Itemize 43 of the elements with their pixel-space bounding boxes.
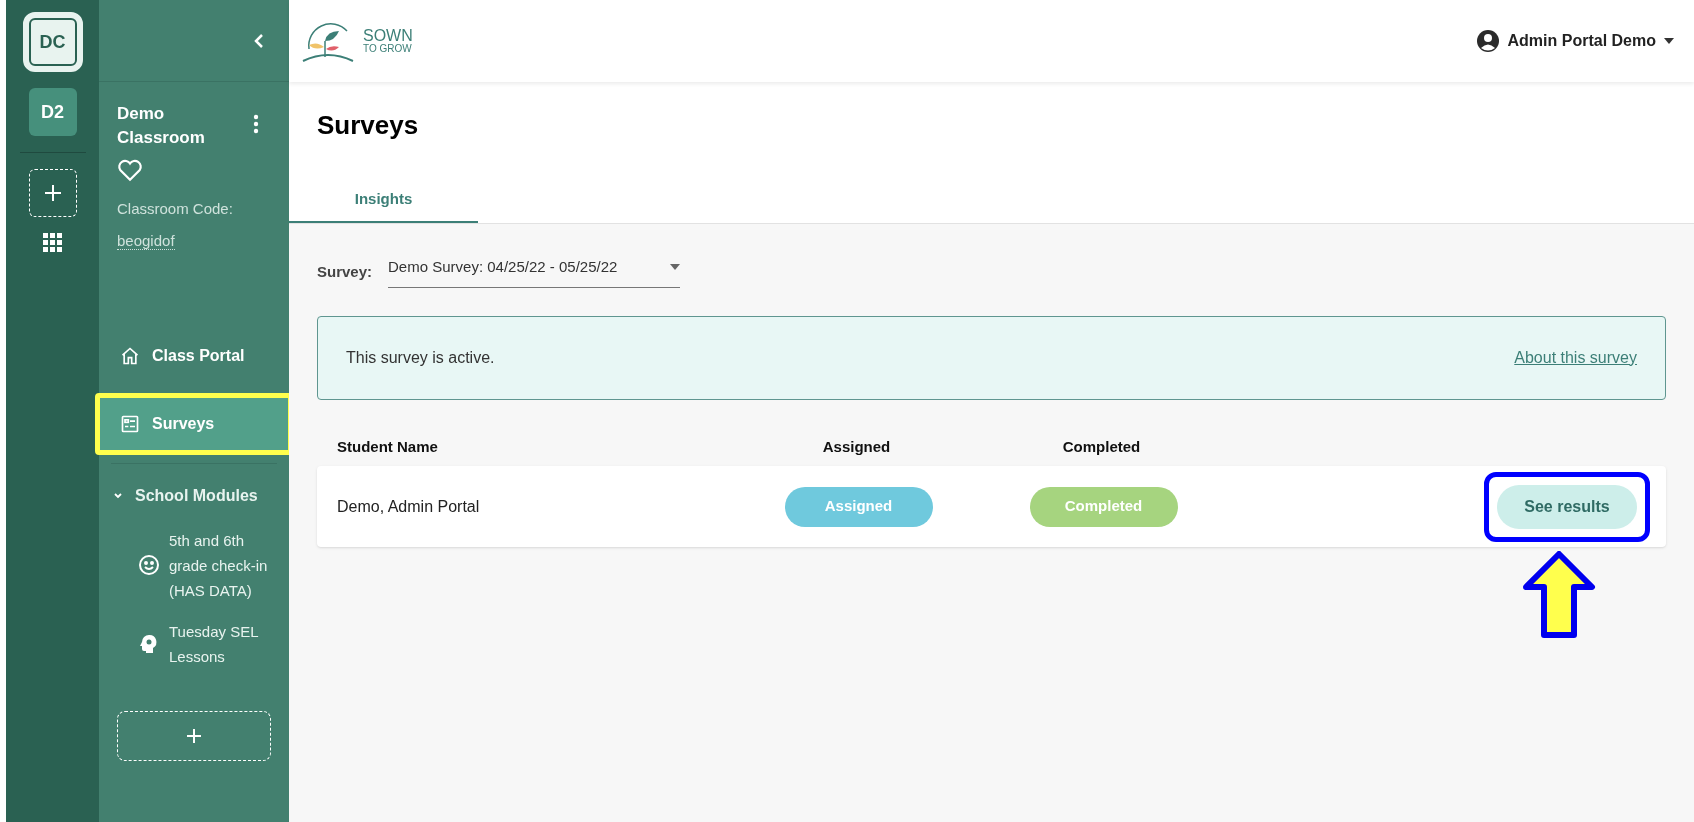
user-menu[interactable]: Admin Portal Demo — [1475, 29, 1674, 53]
caret-icon — [1664, 38, 1674, 44]
logo-subtext: TO GROW — [363, 44, 413, 54]
about-survey-link[interactable]: About this survey — [1514, 345, 1637, 370]
class-button[interactable]: DC — [22, 12, 83, 72]
add-class-button[interactable] — [28, 169, 77, 217]
class-button[interactable]: D2 — [28, 88, 77, 136]
chevron-icon — [113, 491, 123, 500]
survey-label: Survey: — [317, 261, 373, 282]
classroom-code-label: Classroom Code: — [116, 199, 234, 219]
plus-icon — [186, 727, 202, 744]
grid-icon[interactable] — [42, 233, 63, 253]
survey-dropdown[interactable]: Demo Survey: 04/25/22 - 05/25/22 — [388, 256, 681, 288]
classroom-code: beogidof — [117, 231, 175, 250]
more-options-icon[interactable] — [253, 114, 259, 134]
banner-text: This survey is active. — [346, 347, 495, 368]
home-icon — [120, 345, 140, 366]
caret-icon — [670, 264, 681, 271]
see-results-button[interactable]: See results — [1497, 484, 1637, 529]
column-header: Completed — [1062, 436, 1141, 457]
completed-badge: Completed — [1029, 486, 1178, 527]
assigned-badge: Assigned — [784, 486, 933, 527]
page-title: Surveys — [316, 109, 420, 142]
survey-icon — [120, 413, 140, 434]
classroom-name: Demo Classroom — [117, 103, 206, 149]
nav-item[interactable]: Surveys — [100, 397, 288, 450]
nav-item[interactable]: Class Portal — [100, 329, 288, 382]
add-module-button[interactable] — [117, 710, 271, 761]
user-avatar-icon — [1475, 29, 1500, 53]
column-header: Assigned — [822, 436, 891, 457]
up-arrow-icon — [1522, 551, 1596, 639]
logo-text: SOWN — [363, 28, 413, 44]
module-item[interactable]: Tuesday SEL Lessons — [99, 618, 289, 669]
plus-icon — [43, 184, 62, 202]
module-item[interactable]: 5th and 6th grade check-in (HAS DATA) — [99, 527, 289, 603]
section-toggle[interactable]: School Modules — [99, 483, 289, 508]
student-name: Demo, Admin Portal — [337, 496, 481, 517]
heart-icon[interactable] — [117, 158, 143, 182]
chevron-left-icon[interactable] — [253, 32, 265, 49]
column-header: Student Name — [337, 436, 439, 457]
smiley-face-icon — [137, 553, 161, 577]
app-logo[interactable]: SOWN TO GROW — [301, 19, 413, 63]
tab[interactable]: Insights — [289, 177, 478, 223]
